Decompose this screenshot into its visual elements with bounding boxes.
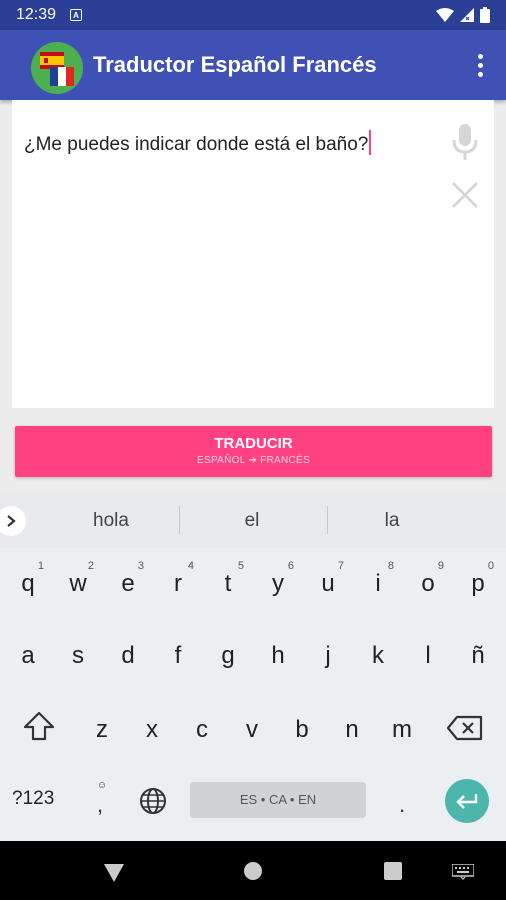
- key-v[interactable]: v: [230, 702, 274, 758]
- key-t[interactable]: t5: [206, 556, 250, 612]
- input-card[interactable]: ¿Me puedes indicar donde está el baño?: [12, 100, 494, 408]
- suggestion-3[interactable]: la: [332, 510, 452, 532]
- key-m[interactable]: m: [380, 702, 424, 758]
- status-time: 12:39: [16, 6, 57, 23]
- divider: [179, 506, 180, 534]
- space-bar[interactable]: ES • CA • EN: [190, 782, 366, 818]
- overflow-menu-icon[interactable]: [466, 50, 494, 80]
- home-icon[interactable]: [244, 862, 262, 880]
- key-a[interactable]: a: [6, 628, 50, 684]
- key-x[interactable]: x: [130, 702, 174, 758]
- keyboard-switch-icon[interactable]: [452, 864, 474, 880]
- battery-icon: [480, 7, 490, 23]
- globe-icon[interactable]: [139, 787, 167, 815]
- suggestion-1[interactable]: hola: [51, 510, 171, 532]
- key-i[interactable]: i8: [356, 556, 400, 612]
- suggestion-2[interactable]: el: [192, 510, 312, 532]
- shift-icon[interactable]: [22, 710, 56, 742]
- key-o[interactable]: o9: [406, 556, 450, 612]
- navigation-bar: [0, 841, 506, 900]
- key-period[interactable]: .: [399, 792, 405, 818]
- key-comma[interactable]: ,: [97, 792, 103, 818]
- key-y[interactable]: y6: [256, 556, 300, 612]
- divider: [327, 506, 328, 534]
- key-s[interactable]: s: [56, 628, 100, 684]
- key-r[interactable]: r4: [156, 556, 200, 612]
- key-n-tilde[interactable]: ñ: [456, 628, 500, 684]
- suggestion-bar: hola el la: [0, 492, 506, 548]
- key-u[interactable]: u7: [306, 556, 350, 612]
- key-e[interactable]: e3: [106, 556, 150, 612]
- key-p[interactable]: p0: [456, 556, 500, 612]
- key-d[interactable]: d: [106, 628, 150, 684]
- microphone-icon[interactable]: [450, 122, 480, 162]
- status-bar: 12:39 A: [0, 0, 506, 30]
- key-l[interactable]: l: [406, 628, 450, 684]
- app-logo: [31, 42, 83, 94]
- source-text: ¿Me puedes indicar donde está el baño?: [24, 134, 369, 155]
- recent-apps-icon[interactable]: [384, 862, 402, 880]
- key-b[interactable]: b: [280, 702, 324, 758]
- chevron-right-icon[interactable]: [0, 506, 26, 536]
- enter-button[interactable]: [445, 779, 489, 823]
- app-bar: Traductor Español Francés: [0, 30, 506, 100]
- key-h[interactable]: h: [256, 628, 300, 684]
- key-w[interactable]: w2: [56, 556, 100, 612]
- wifi-icon: [436, 8, 454, 22]
- app-title: Traductor Español Francés: [93, 52, 377, 77]
- back-icon[interactable]: [104, 864, 124, 882]
- key-q[interactable]: q1: [6, 556, 50, 612]
- translate-button[interactable]: TRADUCIR ESPAÑOL ➔ FRANCÉS: [15, 426, 492, 477]
- key-g[interactable]: g: [206, 628, 250, 684]
- text-cursor: [369, 130, 372, 155]
- enter-icon: [456, 794, 478, 809]
- key-c[interactable]: c: [180, 702, 224, 758]
- translate-label: TRADUCIR: [214, 435, 293, 452]
- key-k[interactable]: k: [356, 628, 400, 684]
- status-icons: [436, 7, 490, 23]
- emoji-hint-icon: ☺: [96, 780, 108, 791]
- translate-direction: ESPAÑOL ➔ FRANCÉS: [197, 455, 310, 466]
- france-flag-icon: [50, 67, 74, 86]
- key-n[interactable]: n: [330, 702, 374, 758]
- symbols-key[interactable]: ?123: [12, 788, 54, 810]
- source-text-input[interactable]: ¿Me puedes indicar donde está el baño?: [24, 130, 372, 156]
- keyboard: hola el la q1 w2 e3 r4 t5 y6 u7 i8 o9 p0…: [0, 492, 506, 841]
- key-j[interactable]: j: [306, 628, 350, 684]
- key-f[interactable]: f: [156, 628, 200, 684]
- notification-icon: A: [70, 9, 83, 21]
- close-icon[interactable]: [450, 180, 480, 210]
- backspace-icon[interactable]: [446, 715, 484, 741]
- signal-icon: [460, 8, 474, 22]
- key-z[interactable]: z: [80, 702, 124, 758]
